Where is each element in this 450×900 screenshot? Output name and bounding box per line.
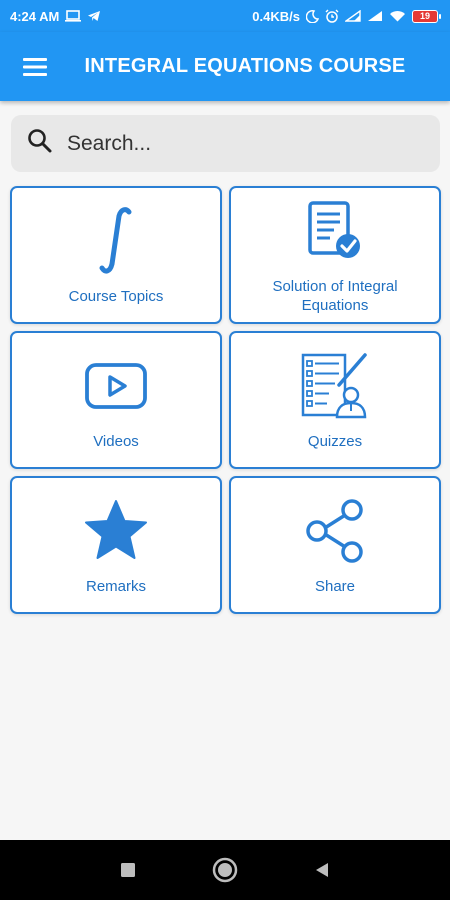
card-label: Videos <box>93 432 139 450</box>
telegram-icon <box>87 10 101 22</box>
home-icon[interactable] <box>205 850 245 890</box>
search-icon <box>27 128 53 159</box>
card-label: Quizzes <box>307 432 363 450</box>
menu-grid: Course Topics Solution of Integral Equat… <box>10 186 441 614</box>
signal-icon <box>345 10 361 22</box>
status-bar: 4:24 AM 0.4KB/s 19 <box>0 0 450 32</box>
card-label: Course Topics <box>68 287 164 305</box>
card-label: Solution of Integral Equations <box>272 278 398 314</box>
signal-icon <box>367 10 383 22</box>
document-check-icon <box>306 195 364 267</box>
card-label: Remarks <box>85 577 146 595</box>
remarks-card[interactable]: Remarks <box>10 476 222 614</box>
app-bar: INTEGRAL EQUATIONS COURSE <box>0 32 450 101</box>
alarm-icon <box>325 9 339 23</box>
moon-icon <box>306 9 319 23</box>
course-topics-card[interactable]: Course Topics <box>10 186 222 324</box>
battery-icon: 19 <box>412 9 441 23</box>
star-icon <box>83 495 149 567</box>
solution-card[interactable]: Solution of Integral Equations <box>229 186 441 324</box>
back-icon[interactable] <box>302 850 342 890</box>
net-speed: 0.4KB/s <box>252 8 300 24</box>
quiz-icon <box>299 350 371 422</box>
search-input[interactable] <box>67 131 397 156</box>
card-label: Share <box>314 577 356 595</box>
laptop-icon <box>65 10 82 22</box>
share-card[interactable]: Share <box>229 476 441 614</box>
share-icon <box>304 495 366 567</box>
integral-icon <box>96 205 136 277</box>
status-time: 4:24 AM <box>10 8 60 24</box>
recents-icon[interactable] <box>108 850 148 890</box>
videos-card[interactable]: Videos <box>10 331 222 469</box>
search-box[interactable] <box>11 115 440 172</box>
wifi-icon <box>389 10 406 22</box>
quizzes-card[interactable]: Quizzes <box>229 331 441 469</box>
hamburger-menu-icon[interactable] <box>0 32 70 101</box>
system-nav-bar <box>0 840 450 900</box>
video-play-icon <box>84 350 148 422</box>
